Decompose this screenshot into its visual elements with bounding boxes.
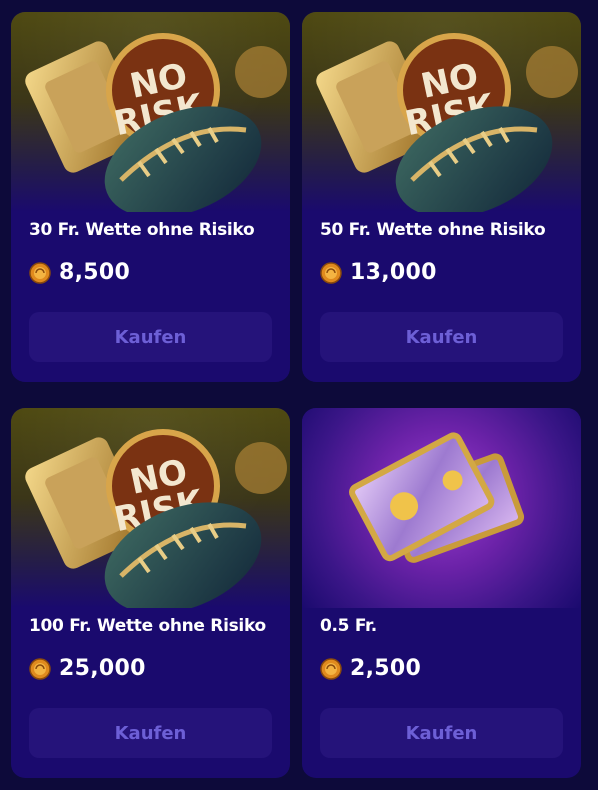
offer-title: 100 Fr. Wette ohne Risiko <box>29 616 266 636</box>
shop-grid: NO RISK 30 Fr. Wette ohne Risiko 8,500 K… <box>0 0 598 790</box>
shop-card-100-fr-no-risk-bet[interactable]: NO RISK 100 Fr. Wette ohne Risiko 25,000… <box>11 408 290 778</box>
price-row: 25,000 <box>29 656 146 681</box>
no-risk-football-illustration: NO RISK <box>11 12 290 212</box>
no-risk-football-illustration: NO RISK <box>11 408 290 608</box>
buy-button[interactable]: Kaufen <box>29 708 272 758</box>
no-risk-football-illustration: NO RISK <box>302 12 581 212</box>
shop-card-30-fr-no-risk-bet[interactable]: NO RISK 30 Fr. Wette ohne Risiko 8,500 K… <box>11 12 290 382</box>
buy-button[interactable]: Kaufen <box>320 312 563 362</box>
offer-title: 50 Fr. Wette ohne Risiko <box>320 220 546 240</box>
shop-card-0-5-fr[interactable]: 0.5 Fr. 2,500 Kaufen <box>302 408 581 778</box>
banknotes-illustration <box>302 408 581 608</box>
offer-title: 30 Fr. Wette ohne Risiko <box>29 220 255 240</box>
buy-button[interactable]: Kaufen <box>320 708 563 758</box>
coin-icon <box>29 657 51 680</box>
shop-card-50-fr-no-risk-bet[interactable]: NO RISK 50 Fr. Wette ohne Risiko 13,000 … <box>302 12 581 382</box>
price-row: 2,500 <box>320 656 421 681</box>
coin-icon <box>320 261 342 284</box>
offer-title: 0.5 Fr. <box>320 616 377 636</box>
price-value: 2,500 <box>350 656 422 681</box>
buy-button[interactable]: Kaufen <box>29 312 272 362</box>
price-value: 13,000 <box>350 260 437 285</box>
coin-icon <box>29 261 51 284</box>
coin-icon <box>320 657 342 680</box>
price-value: 8,500 <box>59 260 131 285</box>
price-value: 25,000 <box>59 656 146 681</box>
price-row: 13,000 <box>320 260 437 285</box>
price-row: 8,500 <box>29 260 130 285</box>
